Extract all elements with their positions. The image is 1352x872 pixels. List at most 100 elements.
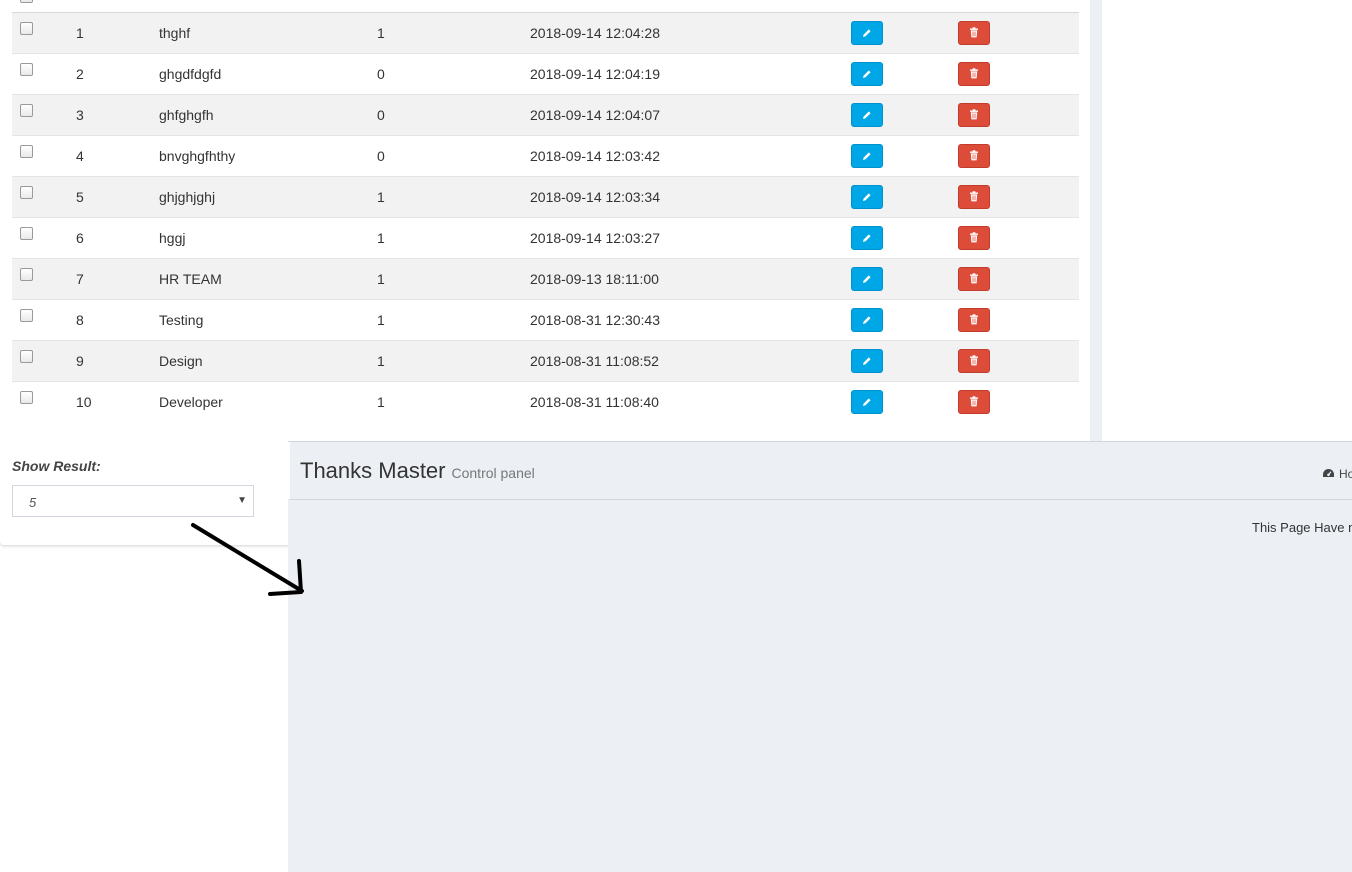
delete-button[interactable] [958,349,990,373]
cell-number: 6 [76,217,159,259]
trash-icon [969,149,979,163]
page-background-strip [1090,0,1102,441]
edit-button[interactable] [851,103,883,127]
table-row: 3 ghfghgfh 0 2018-09-14 12:04:07 [12,94,1079,136]
pencil-icon [862,313,872,327]
cell-status: 1 [377,217,530,259]
row-checkbox[interactable] [20,309,33,322]
cell-name: bnvghgfhthy [159,135,377,177]
table-row: 4 bnvghgfhthy 0 2018-09-14 12:03:42 [12,135,1079,177]
dashboard-icon [1323,469,1334,477]
cell-name: HR TEAM [159,258,377,300]
cell-name: hggj [159,217,377,259]
table-row: 6 hggj 1 2018-09-14 12:03:27 [12,217,1079,259]
page-notice-text: This Page Have no [1252,520,1352,535]
row-checkbox[interactable] [20,22,33,35]
trash-icon [969,313,979,327]
cell-number: 2 [76,53,159,95]
page-title-text: Thanks Master [300,458,446,483]
table-row: 5 ghjghjghj 1 2018-09-14 12:03:34 [12,176,1079,218]
trash-icon [969,272,979,286]
pencil-icon [862,26,872,40]
pencil-icon [862,67,872,81]
cell-status: 0 [377,53,530,95]
select-all-checkbox[interactable] [20,0,33,3]
delete-button[interactable] [958,103,990,127]
edit-button[interactable] [851,308,883,332]
row-checkbox[interactable] [20,104,33,117]
table-row: 1 thghf 1 2018-09-14 12:04:28 [12,12,1079,54]
show-result-value: 5 [29,495,37,510]
chevron-down-icon: ▼ [237,495,247,506]
edit-button[interactable] [851,185,883,209]
cell-status: 1 [377,12,530,54]
pencil-icon [862,354,872,368]
trash-icon [969,67,979,81]
edit-button[interactable] [851,267,883,291]
row-checkbox[interactable] [20,145,33,158]
delete-button[interactable] [958,390,990,414]
trash-icon [969,354,979,368]
cell-number: 3 [76,94,159,136]
edit-button[interactable] [851,62,883,86]
delete-button[interactable] [958,185,990,209]
delete-button[interactable] [958,62,990,86]
cell-date: 2018-08-31 11:08:40 [530,381,851,422]
edit-button[interactable] [851,226,883,250]
table-row: 7 HR TEAM 1 2018-09-13 18:11:00 [12,258,1079,300]
content-header: Thanks Master Control panel Ho [288,442,1352,500]
show-result-select[interactable]: 5 ▼ [12,485,254,517]
page-subtitle: Control panel [451,465,535,481]
delete-button[interactable] [958,21,990,45]
cell-date: 2018-09-14 12:04:19 [530,53,851,95]
cell-date: 2018-09-14 12:03:42 [530,135,851,177]
edit-button[interactable] [851,21,883,45]
cell-date: 2018-09-14 12:04:07 [530,94,851,136]
pencil-icon [862,231,872,245]
cell-status: 1 [377,299,530,341]
table-header-row [12,0,1079,13]
breadcrumb-home-link[interactable]: Ho [1339,467,1352,481]
table-row: 10 Developer 1 2018-08-31 11:08:40 [12,381,1079,422]
trash-icon [969,108,979,122]
cell-status: 1 [377,340,530,382]
edit-button[interactable] [851,349,883,373]
edit-button[interactable] [851,390,883,414]
pencil-icon [862,108,872,122]
cell-name: ghgdfdgfd [159,53,377,95]
trash-icon [969,26,979,40]
data-table: 1 thghf 1 2018-09-14 12:04:28 2 ghgdfdgfd 0 201… [12,0,1079,422]
cell-number: 5 [76,176,159,218]
row-checkbox[interactable] [20,350,33,363]
breadcrumb[interactable]: Ho [1322,467,1352,481]
content-wrapper: Thanks Master Control panel Ho This Page … [288,441,1352,872]
show-result-label: Show Result: [12,458,101,474]
cell-status: 1 [377,381,530,422]
delete-button[interactable] [958,226,990,250]
cell-name: Design [159,340,377,382]
row-checkbox[interactable] [20,391,33,404]
table-row: 8 Testing 1 2018-08-31 12:30:43 [12,299,1079,341]
row-checkbox[interactable] [20,186,33,199]
trash-icon [969,231,979,245]
cell-date: 2018-09-14 12:03:34 [530,176,851,218]
delete-button[interactable] [958,267,990,291]
delete-button[interactable] [958,308,990,332]
cell-date: 2018-09-13 18:11:00 [530,258,851,300]
edit-button[interactable] [851,144,883,168]
cell-status: 1 [377,258,530,300]
trash-icon [969,190,979,204]
pencil-icon [862,190,872,204]
cell-number: 10 [76,381,159,422]
cell-number: 4 [76,135,159,177]
pencil-icon [862,395,872,409]
table-row: 2 ghgdfdgfd 0 2018-09-14 12:04:19 [12,53,1079,95]
table-row: 9 Design 1 2018-08-31 11:08:52 [12,340,1079,382]
row-checkbox[interactable] [20,268,33,281]
cell-number: 7 [76,258,159,300]
row-checkbox[interactable] [20,63,33,76]
cell-name: ghfghgfh [159,94,377,136]
row-checkbox[interactable] [20,227,33,240]
delete-button[interactable] [958,144,990,168]
pencil-icon [862,272,872,286]
